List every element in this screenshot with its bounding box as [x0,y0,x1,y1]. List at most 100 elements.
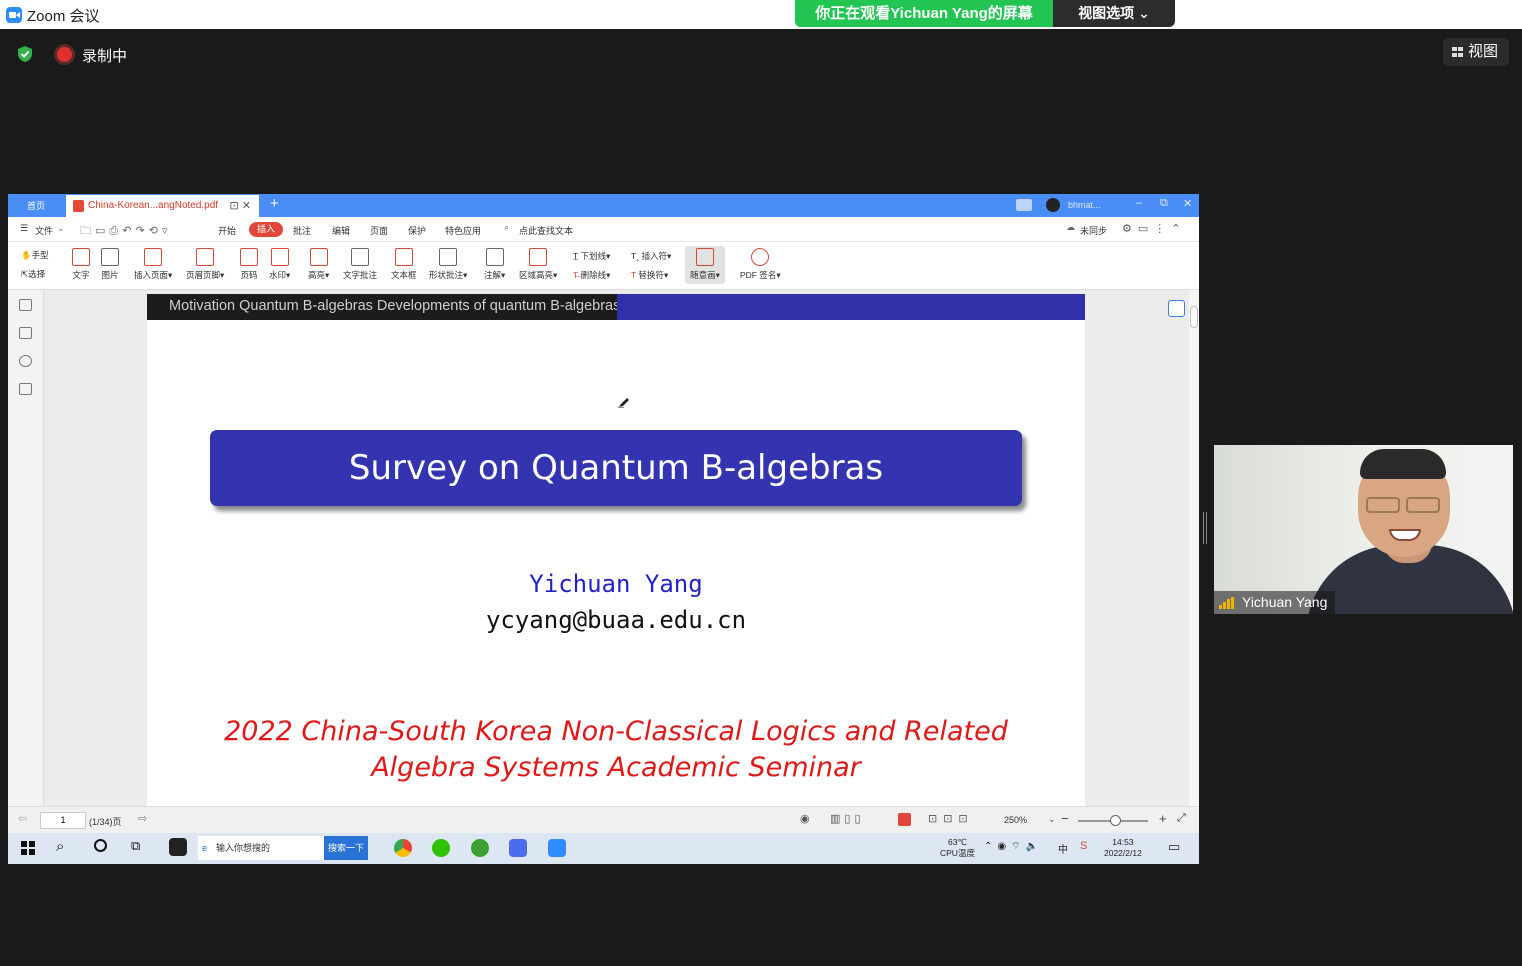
view-button[interactable]: 视图 [1443,38,1509,66]
side-panel-bar [8,290,44,806]
encryption-shield-icon[interactable] [16,45,34,63]
page-number-input[interactable]: 1 [40,812,86,829]
header-footer-icon [196,248,215,266]
menu-edit[interactable]: 编辑 [332,224,350,237]
cortana-icon[interactable] [94,839,107,852]
textbox-icon [394,248,413,266]
new-tab-button[interactable]: + [270,195,279,212]
quick-access-icons[interactable]: 🗀▭⎙↶↷⟲▿ [80,222,171,241]
fit-icons[interactable]: ⊡⊡⊡ [928,812,974,825]
view-mode-icons[interactable]: ▥▯▯ [830,812,882,829]
replace-mark-button[interactable]: T 替换符▾ [631,269,668,281]
app-s-icon[interactable] [169,838,187,856]
fullscreen-icon[interactable]: ⤢ [1177,812,1186,825]
chevron-down-icon[interactable]: ⌄ [57,223,65,234]
menu-annotate[interactable]: 批注 [293,224,311,237]
prev-page-icon[interactable]: ⇦ [18,812,27,825]
layout-icon[interactable] [1016,199,1032,211]
zoom-level[interactable]: 250% [1004,815,1027,825]
textbox-button[interactable]: 文本框 [391,248,417,281]
insert-image-button[interactable]: 图片 [101,248,119,281]
pdf-status-bar: ⇦ 1 (1/34)页 ⇨ ◉ ▥▯▯ ⊡⊡⊡ 250% ⌄ − + ⤢ [8,806,1199,833]
windows-start-icon[interactable] [21,841,35,855]
menu-insert[interactable]: 插入 [249,222,283,237]
select-tool-button[interactable]: ⇱选择 [21,268,45,280]
freehand-draw-button[interactable]: 随意画▾ [685,246,725,284]
menu-file[interactable]: 文件 [35,224,53,237]
text-note-button[interactable]: 文字批注 [343,248,377,281]
strikethrough-button[interactable]: T̶ 删除线▾ [573,269,610,281]
area-highlight-button[interactable]: 区域高亮▾ [519,248,557,281]
ime-indicator[interactable]: 中 [1058,841,1068,856]
taskbar-clock[interactable]: 14:53 2022/2/12 [1104,837,1142,859]
menu-features[interactable]: 特色应用 [445,224,481,237]
cpu-temp-widget[interactable]: 63℃ CPU温度 [940,837,975,859]
panel-splitter-handle[interactable] [1203,512,1207,544]
user-avatar[interactable] [1046,198,1060,212]
menu-protect[interactable]: 保护 [408,224,426,237]
floating-tool-icon[interactable] [1168,300,1185,317]
chrome-icon[interactable] [394,839,412,857]
underline-icon: T̲ [573,251,579,261]
search-text-field[interactable]: 点此查找文本 [519,224,573,237]
zoom-taskbar-icon[interactable] [548,839,566,857]
search-icon[interactable]: ⌕ [56,838,64,855]
insert-mark-button[interactable]: T‸ 插入符▾ [631,250,671,262]
slide-nav-text[interactable]: Motivation Quantum B-algebras Developmen… [169,298,617,314]
zoom-dropdown-icon[interactable]: ⌄ [1048,814,1056,825]
comment-button[interactable]: 注解▾ [484,248,505,281]
area-highlight-icon [529,248,548,266]
page-number-button[interactable]: 页码 [240,248,258,281]
minimize-icon[interactable]: – [1136,197,1142,209]
wechat-icon[interactable] [432,839,450,857]
settings-icons[interactable]: ⚙▭⋮⌃ [1122,222,1186,235]
underline-button[interactable]: T̲ 下划线▾ [573,250,610,262]
tab-home[interactable]: 首页 [8,194,64,217]
attachment-icon[interactable] [19,383,32,395]
zoom-in-icon[interactable]: + [1159,811,1167,826]
restore-icon[interactable]: ⧉ [1160,197,1168,210]
shape-note-button[interactable]: 形状批注▾ [429,248,467,281]
watermark-button[interactable]: 水印▾ [269,248,290,281]
system-tray-icons[interactable]: ⌃◉⌔🔈 [984,840,1043,853]
user-name[interactable]: bhmat... [1068,200,1101,210]
thumbnail-icon[interactable] [19,327,32,339]
close-tab-icon[interactable]: ⊡ ✕ [230,195,252,217]
tab-pdf-document[interactable]: China-Korean...angNoted.pdf ⊡ ✕ [66,195,259,217]
notification-icon[interactable]: ▭ [1168,839,1180,855]
hamburger-icon[interactable]: ☰ [20,223,28,234]
insert-text-button[interactable]: 文字 [72,248,90,281]
cloud-icon[interactable]: ☁ [1066,222,1075,233]
eye-protection-icon[interactable]: ◉ [800,812,810,825]
browser-icon[interactable] [471,839,489,857]
play-slideshow-icon[interactable] [898,813,911,826]
highlight-button[interactable]: 高亮▾ [308,248,329,281]
outline-icon[interactable] [19,299,32,311]
insert-page-button[interactable]: 插入页面▾ [134,248,172,281]
header-footer-button[interactable]: 页眉页脚▾ [186,248,224,281]
scrollbar-thumb[interactable] [1190,306,1198,328]
antivirus-icon[interactable]: S [1080,840,1087,852]
taskbar-search-input[interactable]: e 输入你想搜的 [198,836,324,860]
task-view-icon[interactable]: ⧉ [131,838,140,854]
zoom-out-icon[interactable]: − [1061,811,1069,826]
zoom-slider-knob[interactable] [1110,815,1121,826]
sync-status[interactable]: 未同步 [1080,224,1107,237]
text-icon [72,248,90,266]
vertical-scrollbar[interactable] [1189,290,1199,806]
close-window-icon[interactable]: ✕ [1183,197,1192,210]
pdf-sign-button[interactable]: PDF 签名▾ [740,248,781,281]
recording-indicator-icon[interactable] [57,47,72,62]
view-options-button[interactable]: 视图选项 ⌄ [1053,0,1175,27]
annotation-icon[interactable] [19,355,32,367]
menu-page[interactable]: 页面 [370,224,388,237]
hand-tool-button[interactable]: ✋手型 [21,249,49,261]
windows-taskbar: ⌕ ⧉ e 输入你想搜的 搜索一下 63℃ CPU温度 ⌃◉⌔🔈 中 S 14:… [8,833,1199,864]
menu-start[interactable]: 开始 [218,224,236,237]
participant-video-tile[interactable]: Yichuan Yang [1214,445,1513,614]
wps-icon[interactable] [509,839,527,857]
search-icon[interactable]: ⌕ [504,222,509,233]
taskbar-search-button[interactable]: 搜索一下 [324,836,368,860]
next-page-icon[interactable]: ⇨ [138,812,147,825]
recording-label[interactable]: 录制中 [82,45,127,66]
